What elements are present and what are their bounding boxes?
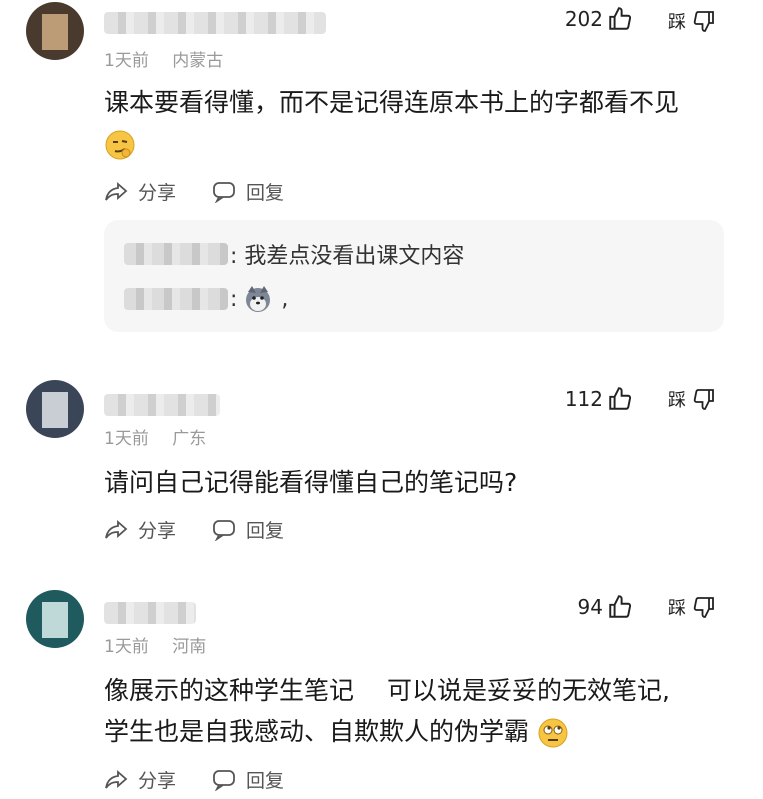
avatar[interactable] [26,590,84,648]
dislike-button[interactable]: 踩 [668,386,716,412]
avatar[interactable] [26,380,84,438]
comment-time: 1天前 [104,51,149,71]
like-button[interactable]: 112 [565,386,633,412]
dislike-label: 踩 [668,598,686,619]
like-count: 94 [577,595,603,619]
reply-item[interactable]: : 我差点没看出课文内容 [124,238,464,270]
dislike-button[interactable]: 踩 [668,594,716,620]
comment-time: 1天前 [104,429,149,449]
smirk-emoji-icon [104,129,136,161]
reply-icon [213,181,235,203]
comment-actions: 分享 回复 [104,178,284,205]
comment-actions: 分享 回复 [104,766,284,793]
comment-text: 请问自己记得能看得懂自己的笔记吗? [104,468,518,497]
avatar[interactable] [26,2,84,60]
share-button[interactable]: 分享 [104,178,176,205]
comment-location: 内蒙古 [172,51,224,71]
comment-meta: 1天前 河南 [104,632,224,657]
reply-button[interactable]: 回复 [212,516,284,543]
comment-2: 112 踩 1天前 广东 请问自己记得能看得懂自己的笔记吗? 分享 回复 [0,380,763,560]
like-button[interactable]: 202 [565,6,633,32]
reply-icon [213,519,235,541]
like-count: 112 [564,387,603,411]
comment-location: 广东 [172,429,207,449]
thumb-down-icon [693,597,714,618]
reply-button[interactable]: 回复 [212,766,284,793]
comment-meta: 1天前 广东 [104,424,224,449]
thumb-down-icon [693,389,714,410]
username-blurred[interactable] [104,602,196,624]
reply-username-blurred [124,288,228,310]
share-button[interactable]: 分享 [104,516,176,543]
thumb-up-icon [609,595,632,618]
rolling-eyes-emoji-icon [537,717,569,749]
dislike-button[interactable]: 踩 [668,8,716,34]
reply-username-blurred [124,243,228,265]
like-button[interactable]: 94 [578,594,633,620]
like-count: 202 [564,7,603,31]
reply-item[interactable]: : , [124,284,288,314]
husky-emoji-icon [243,284,273,314]
comment-meta: 1天前 内蒙古 [104,46,241,71]
comment-actions: 分享 回复 [104,516,284,543]
comment-location: 河南 [172,637,207,657]
reply-preview[interactable]: : 我差点没看出课文内容 : , [104,220,724,332]
comment-3: 94 踩 1天前 河南 像展示的这种学生笔记 可以说是妥妥的无效笔记, 学生也是… [0,588,763,799]
share-icon [105,769,128,789]
comment-1: 202 踩 1天前 内蒙古 课本要看得懂，而不是记得连原本书上的字都看不见 分享… [0,0,763,345]
dislike-label: 踩 [668,12,686,33]
thumb-up-icon [609,7,632,30]
share-button[interactable]: 分享 [104,766,176,793]
share-icon [105,181,128,201]
thumb-up-icon [609,387,632,410]
username-blurred[interactable] [104,394,220,416]
reply-icon [213,769,235,791]
comment-time: 1天前 [104,637,149,657]
username-blurred[interactable] [104,12,326,34]
thumb-down-icon [693,11,714,32]
comment-text: 像展示的这种学生笔记 可以说是妥妥的无效笔记, 学生也是自我感动、自欺欺人的伪学… [104,670,734,752]
reply-button[interactable]: 回复 [212,178,284,205]
dislike-label: 踩 [668,390,686,411]
share-icon [105,519,128,539]
comment-text: 课本要看得懂，而不是记得连原本书上的字都看不见 [104,82,734,164]
